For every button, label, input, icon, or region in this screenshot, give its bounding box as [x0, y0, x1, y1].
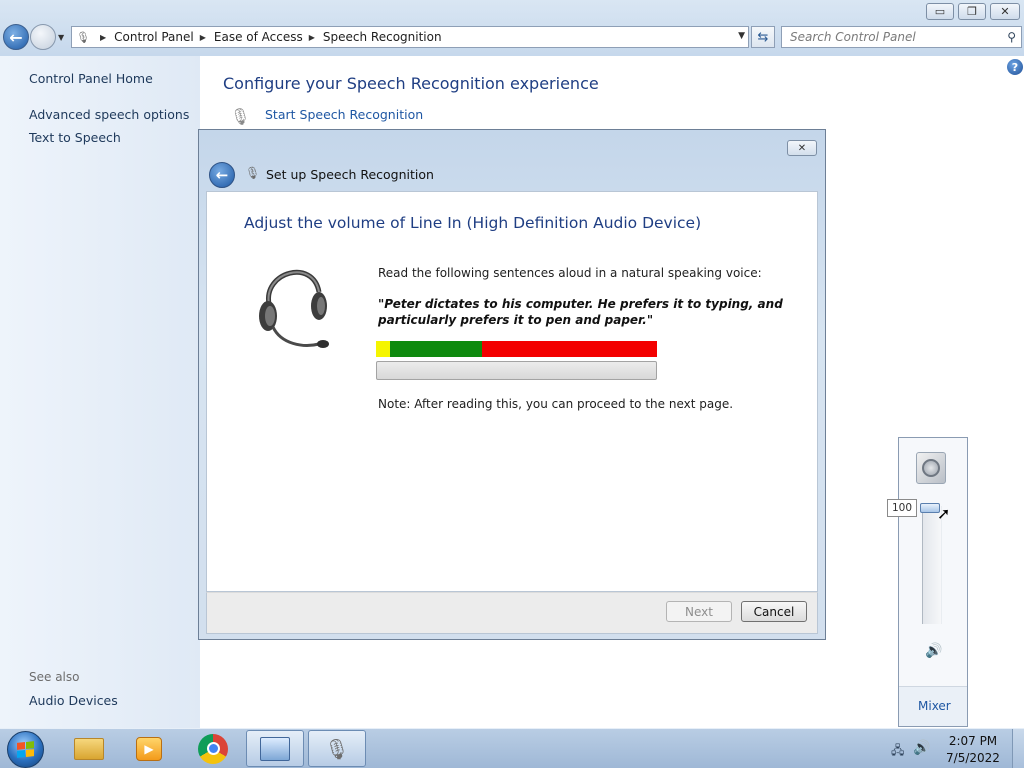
instruction-text: Read the following sentences aloud in a … — [378, 266, 762, 280]
close-button[interactable]: ✕ — [990, 3, 1020, 20]
address-bar[interactable]: 🎙 ▶ Control Panel ▶ Ease of Access ▶ Spe… — [71, 26, 749, 48]
taskbar-control-panel[interactable] — [246, 730, 304, 767]
search-icon[interactable]: ⚲ — [1007, 30, 1016, 44]
sidebar-link-text-to-speech[interactable]: Text to Speech — [29, 130, 121, 145]
next-button[interactable]: Next — [666, 601, 732, 622]
refresh-button[interactable]: ⇆ — [751, 26, 775, 48]
speaker-device-icon[interactable] — [916, 452, 946, 484]
network-icon[interactable]: 🖧 — [891, 741, 904, 762]
start-speech-recognition-link[interactable]: Start Speech Recognition — [265, 107, 423, 122]
reading-passage: "Peter dictates to his computer. He pref… — [378, 297, 783, 327]
volume-value-tooltip: 100 — [887, 499, 917, 517]
sidebar-link-control-panel-home[interactable]: Control Panel Home — [29, 71, 153, 86]
refresh-icon: ⇆ — [757, 29, 769, 45]
back-button[interactable]: ← — [3, 24, 29, 50]
dialog-heading: Adjust the volume of Line In (High Defin… — [244, 214, 702, 232]
chevron-right-icon[interactable]: ▶ — [309, 33, 315, 42]
close-icon: ✕ — [1000, 5, 1010, 18]
note-text: Note: After reading this, you can procee… — [378, 397, 734, 411]
volume-slider-track[interactable] — [922, 506, 942, 624]
audio-level-meter — [376, 341, 657, 357]
control-panel-icon — [260, 736, 290, 761]
microphone-icon: 🎙 — [324, 736, 350, 761]
cancel-button[interactable]: Cancel — [741, 601, 807, 622]
help-icon[interactable]: ? — [1007, 59, 1023, 75]
sidebar: Control Panel Home Advanced speech optio… — [0, 56, 200, 728]
level-segment-loud — [482, 341, 657, 357]
close-icon: ✕ — [797, 142, 807, 154]
microphone-icon: 🎙 — [76, 30, 90, 44]
reading-progress-bar — [376, 361, 657, 380]
see-also-label: See also — [29, 670, 80, 684]
clock-time[interactable]: 2:07 PM — [945, 734, 1001, 748]
chevron-right-icon[interactable]: ▶ — [200, 33, 206, 42]
breadcrumb-control-panel[interactable]: Control Panel — [114, 30, 194, 44]
sidebar-link-advanced-speech-options[interactable]: Advanced speech options — [29, 107, 189, 122]
folder-icon — [74, 737, 104, 760]
taskbar-windows-explorer[interactable] — [60, 730, 118, 767]
taskbar: ▶ 🎙 🖧 🔊 2:07 PM 7/5/2022 — [0, 728, 1024, 768]
address-dropdown-icon[interactable]: ▼ — [738, 31, 745, 41]
microphone-icon: 🎙 — [230, 107, 251, 126]
dialog-title: Set up Speech Recognition — [266, 167, 434, 182]
title-bar: ▭ ❐ ✕ ← ▼ 🎙 ▶ Control Panel ▶ Ease of Ac… — [0, 0, 1024, 56]
arrow-left-icon: ← — [215, 166, 229, 184]
headset-icon — [259, 270, 329, 348]
windows-logo-icon — [17, 741, 34, 758]
mixer-link[interactable]: Mixer — [918, 699, 951, 713]
start-button[interactable] — [7, 731, 44, 768]
forward-button[interactable] — [30, 24, 56, 50]
maximize-button[interactable]: ❐ — [958, 3, 986, 20]
chevron-right-icon[interactable]: ▶ — [100, 33, 106, 42]
clock-date[interactable]: 7/5/2022 — [945, 751, 1001, 765]
restore-icon: ❐ — [967, 5, 977, 18]
taskbar-google-chrome[interactable] — [184, 730, 242, 767]
setup-speech-recognition-dialog: ✕ ← 🎙 Set up Speech Recognition Adjust t… — [198, 129, 826, 640]
taskbar-speech-recognition[interactable]: 🎙 — [308, 730, 366, 767]
mouse-cursor-icon: ➚ — [937, 504, 951, 523]
breadcrumb-speech-recognition[interactable]: Speech Recognition — [323, 30, 442, 44]
recent-pages-dropdown[interactable]: ▼ — [58, 33, 64, 42]
media-player-icon: ▶ — [136, 736, 162, 761]
search-box[interactable]: ⚲ — [781, 26, 1022, 48]
search-input[interactable] — [782, 27, 992, 47]
mixer-area: Mixer — [899, 686, 967, 726]
level-segment-low — [376, 341, 390, 357]
volume-popup: 100 ➚ 🔊 Mixer — [887, 437, 968, 727]
dialog-close-button[interactable]: ✕ — [787, 140, 817, 156]
page-title: Configure your Speech Recognition experi… — [223, 74, 599, 93]
breadcrumb-ease-of-access[interactable]: Ease of Access — [214, 30, 303, 44]
chrome-icon — [198, 733, 228, 764]
show-desktop-button[interactable] — [1012, 729, 1024, 768]
arrow-left-icon: ← — [9, 27, 23, 47]
minimize-button[interactable]: ▭ — [926, 3, 954, 20]
level-segment-good — [390, 341, 482, 357]
dialog-back-button[interactable]: ← — [209, 162, 235, 188]
taskbar-media-center[interactable]: ▶ — [120, 730, 178, 767]
speaker-mute-toggle-icon[interactable]: 🔊 — [925, 643, 942, 659]
dialog-footer: Next Cancel — [206, 592, 818, 634]
microphone-icon: 🎙 — [245, 166, 261, 180]
sidebar-link-audio-devices[interactable]: Audio Devices — [29, 693, 118, 708]
volume-icon[interactable]: 🔊 — [913, 740, 930, 756]
dialog-body: Adjust the volume of Line In (High Defin… — [206, 191, 818, 592]
minimize-icon: ▭ — [934, 5, 946, 18]
